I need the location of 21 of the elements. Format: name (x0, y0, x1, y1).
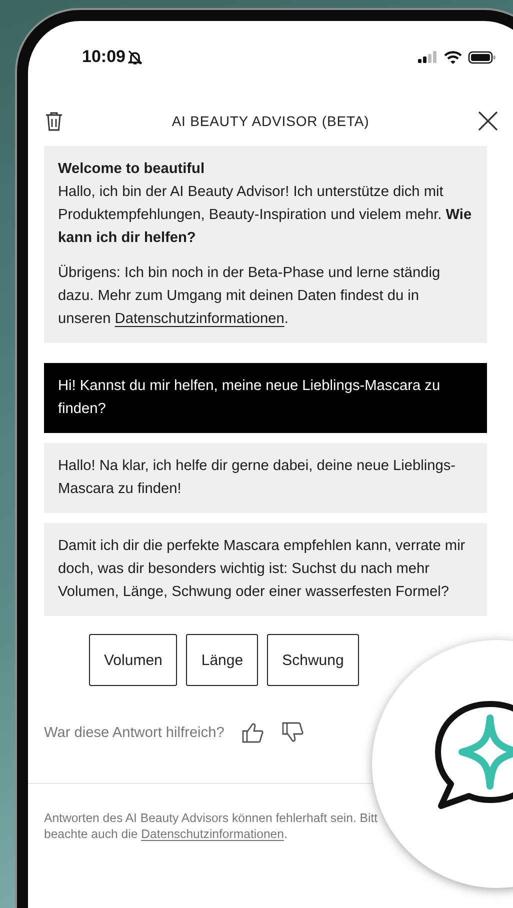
feedback-question: War diese Antwort hilfreich? (44, 724, 224, 740)
signal-icon (418, 51, 438, 63)
privacy-link[interactable]: Datenschutzinformationen (141, 827, 284, 841)
close-icon[interactable] (476, 110, 499, 132)
battery-icon (468, 50, 496, 64)
trash-icon[interactable] (44, 110, 64, 132)
header-title: AI BEAUTY ADVISOR (BETA) (172, 113, 370, 129)
message-text: Welcome to beautiful Hallo, ich bin der AI Beauty Advisor! Ich unterstütze dich mit Produktempfehlungen, Beauty-Inspiration und vielem mehr. Wie kann ich dir helfen? (58, 158, 473, 250)
quick-reply-button[interactable]: Schwung (267, 634, 359, 686)
quick-reply-button[interactable]: Länge (186, 634, 258, 686)
message-text: Hallo! Na klar, ich helfe dir gerne dabei, deine neue Lieblings-Mascara zu finden! (58, 457, 457, 499)
message-text: Damit ich dir die perfekte Mascara empfehlen kann, verrate mir doch, was dir besonders wichtig ist: Suchst du nach mehr Volumen, Länge, Schwung oder einer wasserfesten Formel? (58, 537, 466, 602)
thumbs-down-icon[interactable] (282, 722, 304, 743)
message-heading: Welcome to beautiful (58, 160, 206, 179)
message-text: Übrigens: Ich bin noch in der Beta-Phase und lerne ständig dazu. Mehr zum Umgang mit deinen Daten findest du in unseren Datenschutzinformationen. (58, 264, 442, 329)
message-text: Hi! Kannst du mir helfen, meine neue Lieblings-Mascara zu finden? (58, 377, 442, 419)
wifi-icon (444, 50, 462, 64)
privacy-link[interactable]: Datenschutzinformationen (114, 311, 284, 327)
quick-reply-button[interactable]: Volumen (89, 634, 178, 686)
thumbs-up-icon[interactable] (242, 722, 264, 743)
status-time: 10:09 (82, 47, 142, 67)
